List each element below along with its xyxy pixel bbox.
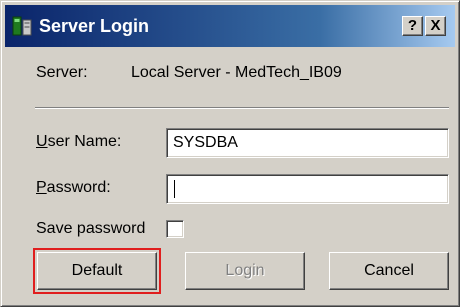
server-login-dialog: Server Login ? X Server: Local Server - … (0, 0, 460, 307)
save-password-checkbox[interactable] (166, 220, 184, 238)
server-value: Local Server - MedTech_IB09 (131, 64, 342, 81)
default-button-highlight (33, 248, 161, 294)
separator (35, 107, 449, 109)
username-field[interactable]: SYSDBA (166, 128, 449, 158)
username-label: User Name: (36, 132, 121, 152)
password-label: Password: (36, 178, 111, 198)
window-title: Server Login (39, 16, 150, 36)
title-bar[interactable]: Server Login ? X (5, 5, 455, 47)
password-field[interactable] (166, 174, 449, 204)
cancel-button[interactable]: Cancel (329, 252, 449, 290)
username-label-accesskey: U (36, 133, 48, 150)
text-caret (174, 180, 175, 198)
password-label-accesskey: P (36, 179, 47, 196)
password-label-text: assword: (46, 179, 111, 196)
close-button[interactable]: X (425, 16, 446, 36)
save-password-label: Save password (36, 220, 146, 237)
server-login-app-icon (12, 16, 32, 36)
server-label: Server: (36, 64, 88, 81)
login-button[interactable]: Login (185, 252, 305, 290)
help-button[interactable]: ? (402, 16, 423, 36)
username-label-text: ser Name: (47, 133, 122, 150)
